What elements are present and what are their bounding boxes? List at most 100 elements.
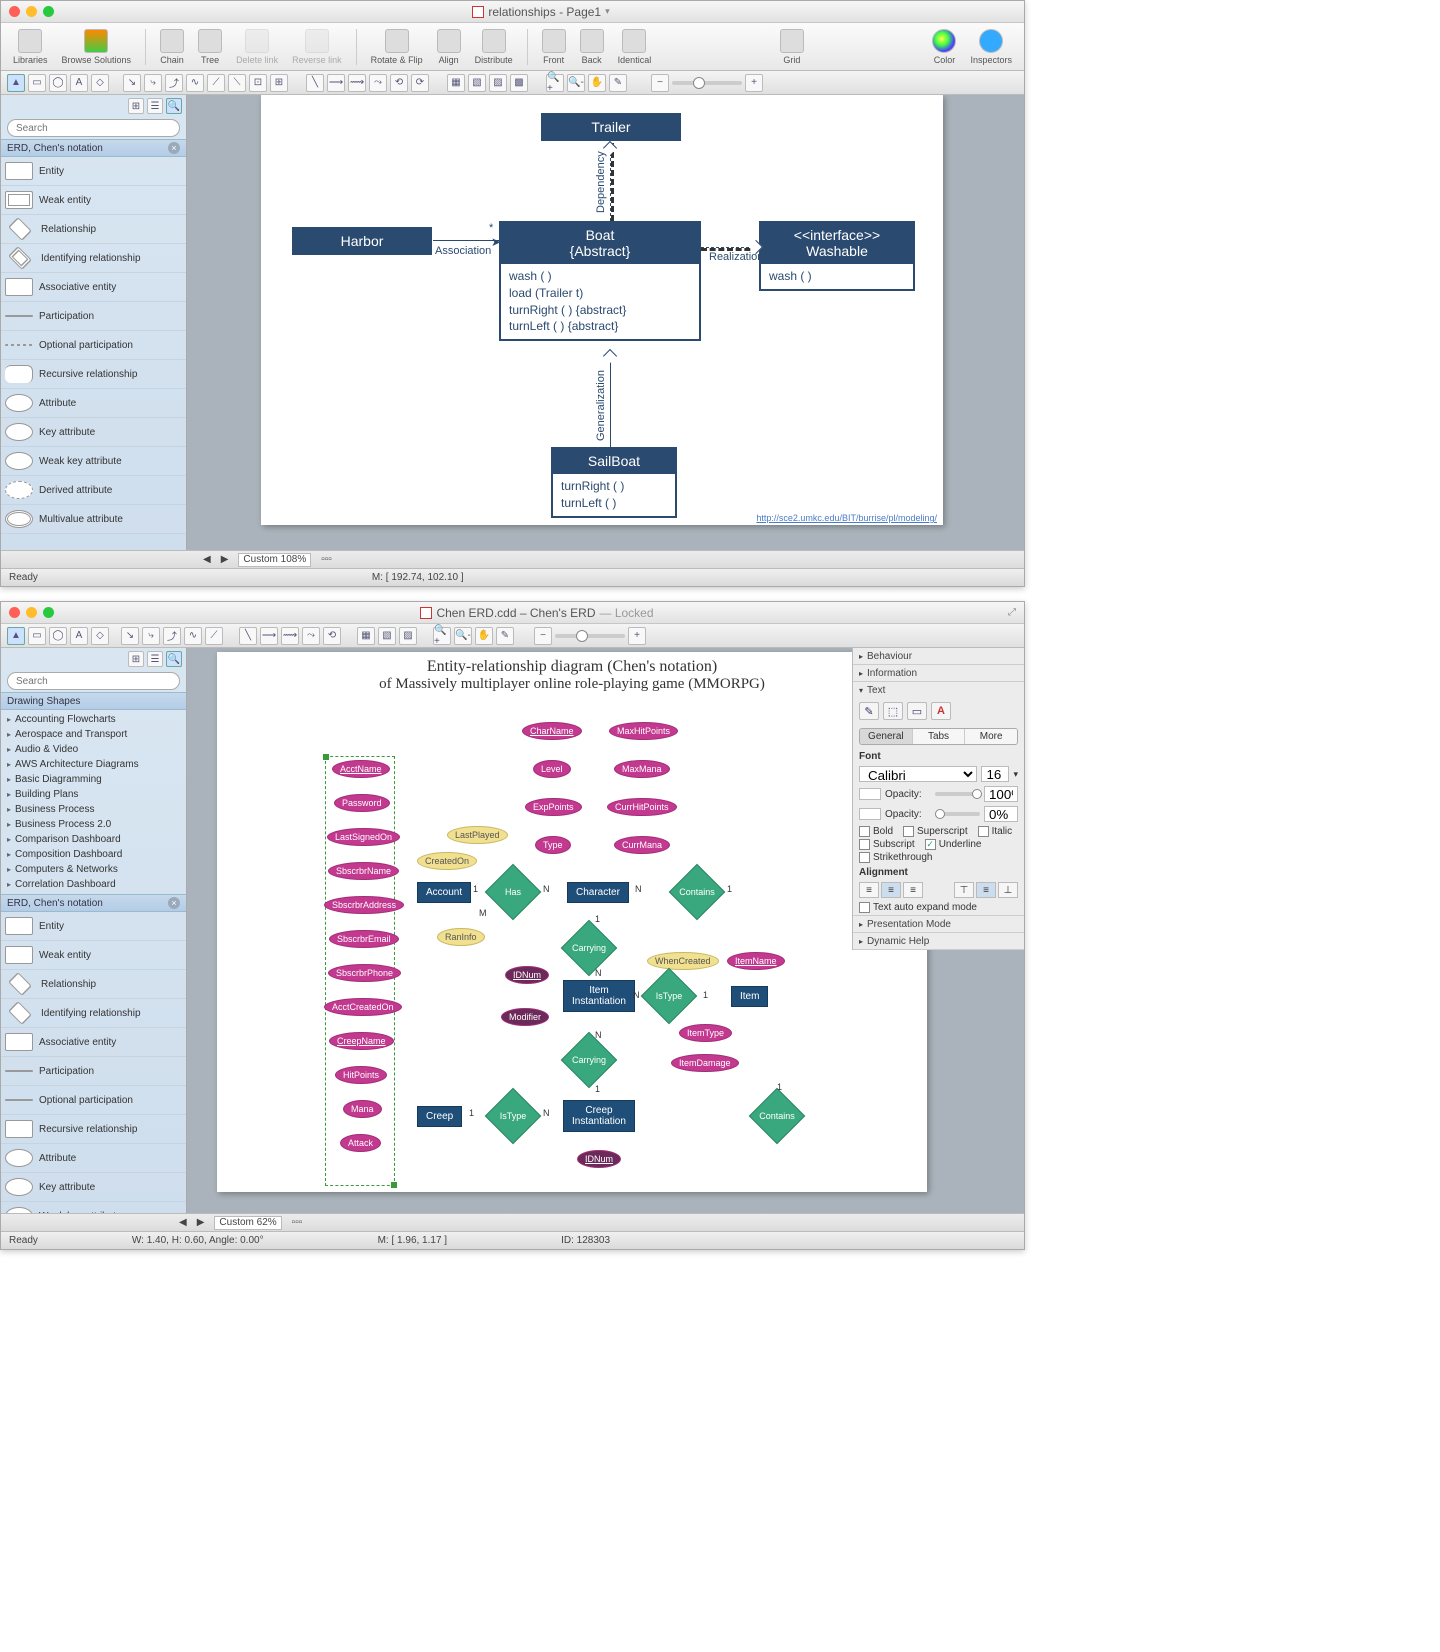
zoom-plus[interactable]: + — [628, 627, 646, 645]
prev-page-icon[interactable]: ◀ — [203, 554, 211, 565]
attr-attack[interactable]: Attack — [340, 1134, 381, 1152]
cat-audio-video[interactable]: Audio & Video — [1, 742, 186, 757]
strike-checkbox[interactable] — [859, 852, 870, 863]
shape-recursive-relationship[interactable]: Recursive relationship — [1, 360, 186, 389]
shape-tool[interactable]: ◇ — [91, 627, 109, 645]
line-tool-3[interactable]: ⟿ — [281, 627, 299, 645]
attr-password[interactable]: Password — [334, 794, 390, 812]
connector-tool-2[interactable]: ⤷ — [142, 627, 160, 645]
zoom-slider[interactable] — [672, 81, 742, 85]
shape-participation[interactable]: Participation — [1, 302, 186, 331]
attr-currhp[interactable]: CurrHitPoints — [607, 798, 677, 816]
cat-comparison[interactable]: Comparison Dashboard — [1, 832, 186, 847]
align-center[interactable]: ≡ — [881, 882, 901, 898]
uml-class-sailboat[interactable]: SailBoat turnRight ( ) turnLeft ( ) — [551, 447, 677, 518]
valign-middle[interactable]: ≡ — [976, 882, 996, 898]
line-tool-4[interactable]: ⤳ — [302, 627, 320, 645]
attr-exppoints[interactable]: ExpPoints — [525, 798, 582, 816]
zoom-level[interactable]: Custom 108% — [238, 553, 311, 567]
line-tool-3[interactable]: ⟿ — [348, 74, 366, 92]
attr-sbname[interactable]: SbscrbrName — [328, 862, 399, 880]
text-color-swatch[interactable] — [859, 788, 881, 800]
align-left[interactable]: ≡ — [859, 882, 879, 898]
toolbar-chain[interactable]: Chain — [156, 29, 188, 65]
cat-bp20[interactable]: Business Process 2.0 — [1, 817, 186, 832]
eyedropper-tool[interactable]: ✎ — [609, 74, 627, 92]
zoom-out-tool[interactable]: 🔍- — [454, 627, 472, 645]
attr-itemtype[interactable]: ItemType — [679, 1024, 732, 1042]
shape-multivalue-attribute[interactable]: Multivalue attribute — [1, 505, 186, 534]
entity-creep[interactable]: Creep — [417, 1106, 462, 1127]
entity-character[interactable]: Character — [567, 882, 629, 903]
page-thumb-icon[interactable]: ▫▫▫ — [321, 554, 332, 565]
toolbar-back[interactable]: Back — [576, 29, 608, 65]
uml-interface-washable[interactable]: <<interface>> Washable wash ( ) — [759, 221, 915, 291]
shape-associative-entity[interactable]: Associative entity — [1, 273, 186, 302]
cat-accounting[interactable]: Accounting Flowcharts — [1, 712, 186, 727]
attr-whencreated[interactable]: WhenCreated — [647, 952, 719, 970]
uml-class-trailer[interactable]: Trailer — [541, 113, 681, 141]
shape-key-attribute[interactable]: Key attribute — [1, 1173, 186, 1202]
tab-more[interactable]: More — [965, 729, 1017, 744]
attr-itemname[interactable]: ItemName — [727, 952, 785, 970]
rect-tool[interactable]: ▭ — [28, 74, 46, 92]
toolbar-rotate-flip[interactable]: Rotate & Flip — [367, 29, 427, 65]
toolbar-libraries[interactable]: Libraries — [9, 29, 52, 65]
shape-weak-key-attribute[interactable]: Weak key attribute — [1, 1202, 186, 1213]
group-tool-3[interactable]: ▨ — [399, 627, 417, 645]
rel-contains[interactable]: Contains — [677, 872, 717, 912]
toolbar-front[interactable]: Front — [538, 29, 570, 65]
align-right[interactable]: ≡ — [903, 882, 923, 898]
ellipse-tool[interactable]: ◯ — [49, 74, 67, 92]
shape-attribute[interactable]: Attribute — [1, 1144, 186, 1173]
line-tool-1[interactable]: ╲ — [239, 627, 257, 645]
shape-optional-participation[interactable]: Optional participation — [1, 1086, 186, 1115]
bold-checkbox[interactable] — [859, 826, 870, 837]
zoom-icon[interactable] — [43, 6, 54, 17]
bg-color-swatch[interactable] — [859, 808, 881, 820]
close-library-icon[interactable]: × — [168, 142, 180, 154]
line-tool-6[interactable]: ⟳ — [411, 74, 429, 92]
entity-item-inst[interactable]: Item Instantiation — [563, 980, 635, 1012]
toolbar-browse-solutions[interactable]: Browse Solutions — [58, 29, 136, 65]
shape-attribute[interactable]: Attribute — [1, 389, 186, 418]
text-style-icon-2[interactable]: ⬚ — [883, 702, 903, 720]
shape-tool[interactable]: ◇ — [91, 74, 109, 92]
font-size-input[interactable] — [981, 766, 1009, 782]
toolbar-identical[interactable]: Identical — [614, 29, 656, 65]
group-tool-2[interactable]: ▧ — [468, 74, 486, 92]
shape-recursive-relationship[interactable]: Recursive relationship — [1, 1115, 186, 1144]
close-icon[interactable] — [9, 6, 20, 17]
zoom-out-tool[interactable]: 🔍- — [567, 74, 585, 92]
shape-derived-attribute[interactable]: Derived attribute — [1, 476, 186, 505]
prev-page-icon[interactable]: ◀ — [179, 1217, 187, 1228]
inspector-text[interactable]: Text — [853, 682, 1024, 698]
connector-tool-4[interactable]: ∿ — [184, 627, 202, 645]
group-tool-3[interactable]: ▨ — [489, 74, 507, 92]
zoom-minus[interactable]: − — [534, 627, 552, 645]
eyedropper-tool[interactable]: ✎ — [496, 627, 514, 645]
attr-type[interactable]: Type — [535, 836, 571, 854]
connector-tool-3[interactable]: ⤴ — [165, 74, 183, 92]
uml-class-boat[interactable]: Boat {Abstract} wash ( ) load (Trailer t… — [499, 221, 701, 341]
cat-building[interactable]: Building Plans — [1, 787, 186, 802]
zoom-slider[interactable] — [555, 634, 625, 638]
tab-tabs[interactable]: Tabs — [913, 729, 966, 744]
shape-participation[interactable]: Participation — [1, 1057, 186, 1086]
toolbar-inspectors[interactable]: Inspectors — [966, 29, 1016, 65]
connector-tool-1[interactable]: ↘ — [123, 74, 141, 92]
cat-aws[interactable]: AWS Architecture Diagrams — [1, 757, 186, 772]
attr-modifier[interactable]: Modifier — [501, 1008, 549, 1026]
close-library-icon[interactable]: × — [168, 897, 180, 909]
attr-mana[interactable]: Mana — [343, 1100, 382, 1118]
toolbar-align[interactable]: Align — [433, 29, 465, 65]
shape-relationship[interactable]: Relationship — [1, 215, 186, 244]
ellipse-tool[interactable]: ◯ — [49, 627, 67, 645]
rect-tool[interactable]: ▭ — [28, 627, 46, 645]
group-tool-2[interactable]: ▧ — [378, 627, 396, 645]
text-style-icon-4[interactable]: A — [931, 702, 951, 720]
attr-maxmana[interactable]: MaxMana — [614, 760, 670, 778]
connector-tool-3[interactable]: ⤴ — [163, 627, 181, 645]
text-tabs[interactable]: General Tabs More — [859, 728, 1018, 745]
rel-has[interactable]: Has — [493, 872, 533, 912]
